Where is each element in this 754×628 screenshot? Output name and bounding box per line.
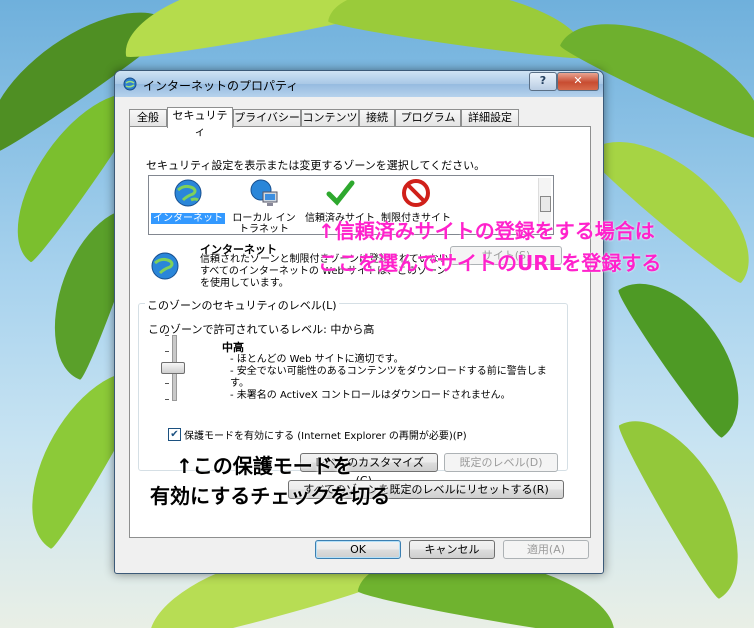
restricted-icon [402, 179, 430, 207]
annotation-protected-mode-line2: 有効にするチェックを切る [150, 484, 391, 508]
protected-mode-label: 保護モードを有効にする (Internet Explorer の再開が必要)(P… [184, 431, 467, 442]
internet-options-icon [123, 77, 137, 91]
tab-general[interactable]: 全般 [129, 109, 167, 127]
level-bullet: - 未署名の ActiveX コントロールはダウンロードされません。 [230, 390, 511, 401]
annotation-trusted-sites-line1: ↑信頼済みサイトの登録をする場合は [318, 219, 655, 243]
security-level-name: 中高 [222, 341, 244, 354]
default-level-button[interactable]: 既定のレベル(D) [444, 453, 558, 472]
window-title: インターネットのプロパティ [143, 79, 299, 93]
ok-button[interactable]: OK [315, 540, 401, 559]
zone-internet-label: インターネット [151, 213, 225, 224]
close-button[interactable]: ✕ [557, 72, 599, 91]
tab-advanced[interactable]: 詳細設定 [461, 109, 519, 127]
annotation-protected-mode-line1: ↑この保護モードを [176, 454, 353, 478]
tab-privacy[interactable]: プライバシー [233, 109, 301, 127]
help-button[interactable]: ? [529, 72, 557, 91]
protected-mode-checkbox[interactable]: ✔ [168, 428, 181, 441]
slider-tick [165, 351, 169, 352]
annotation-trusted-sites-line2: ここを選んでサイトのURLを登録する [318, 251, 662, 275]
security-level-title: このゾーンのセキュリティのレベル(L) [145, 297, 339, 313]
allowed-levels: このゾーンで許可されているレベル: 中から高 [148, 323, 375, 336]
slider-tick [165, 335, 169, 336]
zone-globe-icon [151, 252, 179, 280]
level-bullet: - ほとんどの Web サイトに適切です。 [230, 354, 404, 365]
zone-instruction: セキュリティ設定を表示または変更するゾーンを選択してください。 [146, 159, 486, 172]
zone-internet[interactable]: インターネット [151, 178, 225, 224]
slider-tick [165, 383, 169, 384]
slider-tick [165, 399, 169, 400]
intranet-icon [250, 179, 278, 206]
cancel-button[interactable]: キャンセル [409, 540, 495, 559]
apply-button[interactable]: 適用(A) [503, 540, 589, 559]
tab-connections[interactable]: 接続 [359, 109, 395, 127]
level-bullet: - 安全でない可能性のあるコンテンツをダウンロードする前に警告します。 [230, 366, 547, 389]
security-slider-thumb[interactable] [161, 362, 185, 374]
check-icon [326, 180, 355, 206]
globe-icon [174, 179, 202, 207]
zone-local-intranet-label: ローカル イントラネット [232, 213, 296, 235]
title-bar[interactable]: インターネットのプロパティ ? ✕ [115, 71, 603, 97]
scrollbar-thumb[interactable] [540, 196, 551, 212]
zone-local-intranet[interactable]: ローカル イントラネット [227, 178, 301, 235]
tab-security[interactable]: セキュリティ [167, 107, 233, 138]
tab-programs[interactable]: プログラム [395, 109, 461, 127]
tab-content[interactable]: コンテンツ [301, 109, 359, 127]
